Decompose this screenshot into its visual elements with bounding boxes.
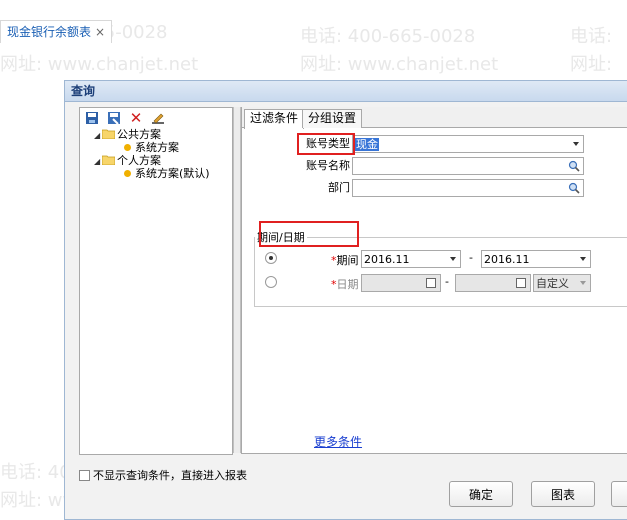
highlight-period [259, 221, 359, 247]
tree-item-system-scheme-default[interactable]: 系统方案(默认) [80, 167, 232, 180]
delete-icon[interactable]: ✕ [128, 109, 144, 127]
lookup-icon[interactable] [568, 182, 580, 194]
more-button[interactable] [611, 481, 627, 507]
date-from-input[interactable] [361, 274, 441, 292]
custom-range-value: 自定义 [536, 277, 569, 290]
period-dash: - [469, 251, 473, 264]
save-icon[interactable] [84, 110, 100, 126]
watermark-site: 网址: www.chanjet.net [300, 54, 499, 75]
lookup-icon[interactable] [568, 160, 580, 172]
tree-item-system-scheme[interactable]: 系统方案 [80, 141, 232, 154]
period-to-value: 2016.11 [484, 253, 530, 266]
saveas-icon[interactable] [106, 110, 122, 126]
chevron-down-icon[interactable] [450, 257, 456, 261]
date-label: *日期 [331, 278, 359, 291]
date-dash: - [445, 275, 449, 288]
skip-query-label: 不显示查询条件，直接进入报表 [93, 469, 247, 482]
scheme-toolbar: ✕ [80, 108, 232, 128]
query-dialog: 查询 ✕ ◢ 公共方案 系统方案 ◢ 个人方案 系统方案(默认) 过滤条件 分组… [64, 80, 627, 520]
chart-button[interactable]: 图表 [531, 481, 595, 507]
pane-splitter[interactable] [233, 107, 241, 453]
chevron-down-icon[interactable] [573, 142, 579, 146]
tree-node-public[interactable]: ◢ 公共方案 [80, 128, 232, 141]
account-name-label: 账号名称 [306, 159, 350, 172]
edit-icon[interactable] [150, 110, 166, 126]
tree-label: 系统方案(默认) [135, 167, 210, 180]
account-type-select[interactable]: 现金 [352, 135, 584, 153]
scheme-tree: ◢ 公共方案 系统方案 ◢ 个人方案 系统方案(默认) [80, 128, 232, 180]
tab-label: 现金银行余额表 [7, 25, 92, 39]
filter-tabs: 过滤条件 分组设置 [242, 107, 627, 129]
tab-strip: 现金银行余额表 × [0, 0, 627, 44]
account-type-value: 现金 [355, 138, 379, 151]
ok-button[interactable]: 确定 [449, 481, 513, 507]
period-to-select[interactable]: 2016.11 [481, 250, 591, 268]
period-from-select[interactable]: 2016.11 [361, 250, 461, 268]
calendar-icon[interactable] [426, 278, 436, 288]
scheme-dot-icon [124, 144, 131, 151]
tree-label: 系统方案 [135, 141, 179, 154]
dialog-title: 查询 [65, 81, 627, 102]
close-icon[interactable]: × [95, 25, 105, 39]
period-from-value: 2016.11 [364, 253, 410, 266]
tab-filter-conditions[interactable]: 过滤条件 [244, 109, 305, 129]
period-date-group: 期间/日期 *期间 2016.11 - 2016.11 *日期 - 自定义 [254, 229, 627, 307]
highlight-account-type [297, 133, 355, 155]
more-conditions-link[interactable]: 更多条件 [314, 433, 362, 450]
date-to-input[interactable] [455, 274, 531, 292]
folder-icon [102, 129, 115, 139]
tab-group-settings[interactable]: 分组设置 [302, 109, 363, 128]
account-name-row: 账号名称 [282, 157, 350, 175]
period-radio[interactable] [265, 252, 277, 264]
scheme-dot-icon [124, 170, 131, 177]
custom-range-select[interactable]: 自定义 [533, 274, 591, 292]
folder-icon [102, 155, 115, 165]
scheme-panel: ✕ ◢ 公共方案 系统方案 ◢ 个人方案 系统方案(默认) [79, 107, 233, 455]
skip-query-checkbox[interactable] [79, 469, 90, 481]
tree-node-personal[interactable]: ◢ 个人方案 [80, 154, 232, 167]
period-label: *期间 [331, 254, 359, 267]
department-input[interactable] [352, 179, 584, 197]
filter-panel: 过滤条件 分组设置 账号类型 现金 账号名称 部门 期间/日期 *期间 2016… [241, 107, 627, 454]
tree-label: 个人方案 [117, 154, 161, 167]
department-label: 部门 [328, 181, 350, 194]
chevron-down-icon[interactable] [580, 257, 586, 261]
watermark-site: 网址: www.chanjet.net [0, 54, 199, 75]
tab-cash-bank-balance[interactable]: 现金银行余额表 × [0, 20, 113, 43]
department-row: 部门 [282, 179, 350, 197]
tree-label: 公共方案 [117, 128, 161, 141]
watermark-site-prefix: 网址: [570, 54, 613, 75]
calendar-icon[interactable] [516, 278, 526, 288]
account-name-input[interactable] [352, 157, 584, 175]
date-radio[interactable] [265, 276, 277, 288]
skip-query-option[interactable]: 不显示查询条件，直接进入报表 [79, 467, 247, 483]
chevron-down-icon[interactable] [580, 281, 586, 285]
